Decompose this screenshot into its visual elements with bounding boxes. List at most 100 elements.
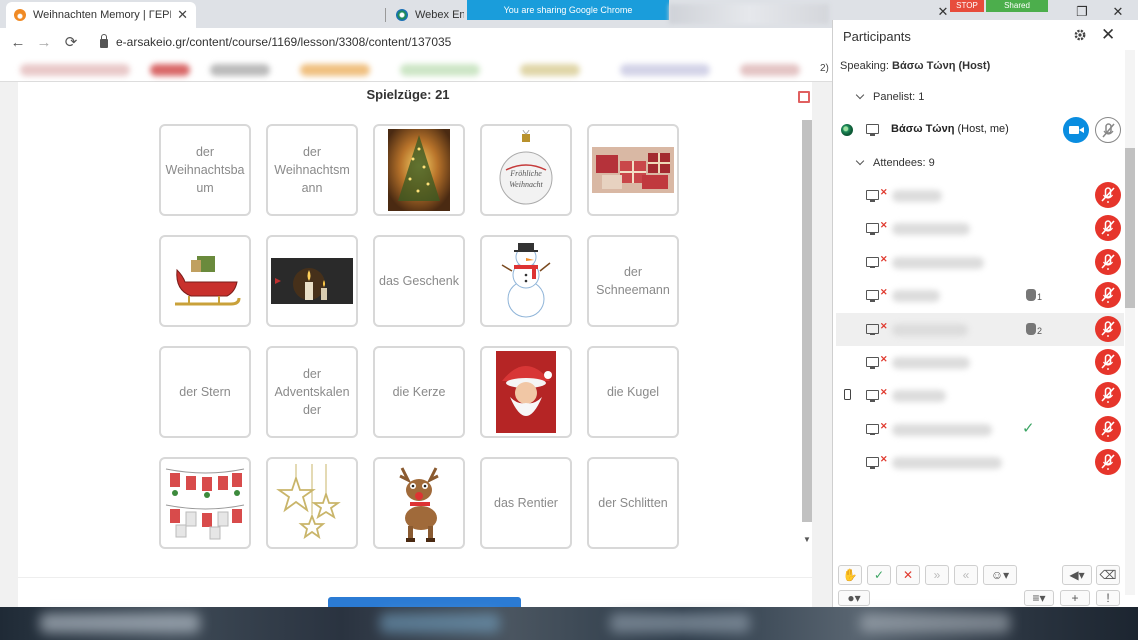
reload-icon[interactable]: ⟳ — [61, 33, 81, 53]
memory-card[interactable] — [373, 457, 465, 549]
memory-card[interactable]: der Weihnachtsm ann — [266, 124, 358, 216]
mic-muted-icon[interactable] — [1095, 415, 1121, 442]
mic-muted-icon[interactable] — [1095, 117, 1121, 143]
desktop-icon — [866, 423, 879, 436]
action-button[interactable] — [328, 597, 521, 607]
memory-card[interactable]: das Geschenk — [373, 235, 465, 327]
attendee-row[interactable]: ✕ 2 — [836, 312, 1124, 346]
attendee-row[interactable]: ✕ — [836, 446, 1124, 479]
tab-weihnachten-memory[interactable]: Weihnachten Memory | ΓΕΡΜΑΝΙΚΑ ✕ — [6, 2, 196, 28]
desktop-icon — [866, 223, 879, 235]
attendee-row[interactable]: ✕ — [836, 212, 1124, 245]
blurred-region — [669, 4, 829, 24]
panel-action-bar-secondary: ●▾ ≡▾ + ! — [838, 590, 1128, 607]
window-close-icon[interactable]: ✕ — [1108, 2, 1128, 22]
attendee-name-redacted — [892, 223, 970, 236]
gear-icon[interactable] — [1073, 28, 1087, 42]
desktop-icon — [866, 290, 879, 302]
status-menu-icon[interactable]: ●▾ — [838, 590, 870, 606]
eraser-icon[interactable]: ⌫ — [1096, 565, 1120, 585]
lock-icon — [100, 33, 108, 48]
attendee-row[interactable]: ✕ — [836, 246, 1124, 279]
no-video-icon: ✕ — [880, 354, 888, 364]
memory-card[interactable]: der Weihnachtsba um — [159, 124, 251, 216]
mic-muted-icon[interactable] — [1095, 349, 1121, 375]
speaking-indicator: Speaking: Βάσω Τώνη (Host) — [840, 60, 990, 72]
memory-card[interactable] — [480, 346, 572, 438]
mic-muted-icon[interactable] — [1095, 382, 1121, 409]
memory-card[interactable] — [266, 235, 358, 327]
memory-card[interactable] — [159, 457, 251, 549]
memory-card[interactable]: die Kugel — [587, 346, 679, 438]
attendee-row[interactable]: ✕ — [836, 379, 1124, 412]
close-icon[interactable]: ✕ — [1101, 25, 1115, 45]
checkmark-icon[interactable]: ✓ — [867, 565, 891, 585]
panelist-count: Panelist: 1 — [873, 91, 925, 103]
mic-muted-icon[interactable] — [1095, 315, 1121, 342]
attendee-row[interactable]: ✕ 1 — [836, 279, 1124, 312]
alert-icon[interactable]: ! — [1096, 590, 1120, 606]
memory-game-page: Spielzüge: 21 der Weihnachtsba um der Wei… — [18, 82, 812, 582]
page-scrollbar-thumb[interactable] — [802, 120, 812, 522]
forward-arrow-icon[interactable]: → — [34, 33, 54, 53]
attendees-section-toggle[interactable]: Attendees: 9 — [855, 156, 935, 169]
memory-card[interactable]: Fröhliche Weihnacht — [480, 124, 572, 216]
memory-card[interactable]: der Schlitten — [587, 457, 679, 549]
emoji-icon[interactable]: ☺▾ — [983, 565, 1017, 585]
memory-card[interactable]: der Stern — [159, 346, 251, 438]
attendee-row[interactable]: ✕ — [836, 346, 1124, 379]
webex-favicon-icon — [396, 9, 408, 21]
sleigh-icon — [169, 246, 241, 316]
mic-muted-icon[interactable] — [1095, 282, 1121, 309]
attendee-row[interactable]: ✕ ✓ — [836, 413, 1124, 446]
desktop-icon — [866, 124, 879, 136]
raise-hand-icon[interactable]: ✋ — [838, 565, 862, 585]
speed-up-icon[interactable]: » — [925, 565, 949, 585]
mic-muted-icon[interactable] — [1095, 182, 1121, 208]
mic-muted-icon[interactable] — [1095, 215, 1121, 242]
memory-card[interactable]: die Kerze — [373, 346, 465, 438]
tab-close-icon[interactable]: ✕ — [177, 7, 188, 23]
host-row[interactable]: Βάσω Τώνη (Host, me) — [833, 116, 1123, 144]
card-word: das Rentier — [494, 496, 558, 510]
panel-title: Participants — [843, 29, 911, 44]
address-bar[interactable]: e-arsakeio.gr/content/course/1169/lesson… — [100, 33, 451, 49]
mic-muted-icon[interactable] — [1095, 449, 1121, 476]
desktop-icon — [866, 357, 879, 369]
memory-card[interactable] — [587, 124, 679, 216]
chevron-down-icon — [855, 156, 865, 166]
santa-claus-photo-icon — [496, 351, 556, 433]
list-view-icon[interactable]: ≡▾ — [1024, 590, 1054, 606]
panelist-section-toggle[interactable]: Panelist: 1 — [855, 90, 925, 103]
desktop-icon — [866, 256, 879, 269]
scroll-down-icon[interactable]: ▼ — [802, 535, 812, 545]
tab-webex[interactable]: Webex Enterprise — [390, 2, 470, 28]
no-video-icon: ✕ — [880, 387, 888, 398]
mic-muted-icon[interactable] — [1095, 248, 1121, 275]
x-mark-icon[interactable]: ✕ — [896, 565, 920, 585]
maximize-icon[interactable]: ❐ — [1072, 2, 1092, 22]
video-camera-icon[interactable] — [1063, 117, 1089, 143]
memory-card[interactable] — [266, 457, 358, 549]
megaphone-icon[interactable]: ◀▾ — [1062, 565, 1092, 585]
gifts-photo-icon — [592, 147, 674, 193]
memory-card[interactable] — [373, 124, 465, 216]
memory-card[interactable]: der Schneemann — [587, 235, 679, 327]
card-word: der Schneemann — [596, 265, 670, 297]
no-video-icon: ✕ — [880, 320, 888, 331]
memory-card[interactable] — [159, 235, 251, 327]
panel-scrollbar-thumb[interactable] — [1125, 148, 1135, 308]
moves-counter: Spielzüge: 21 — [366, 87, 450, 102]
advent-calendar-icon — [164, 463, 246, 543]
stop-sharing-button[interactable]: STOP — [950, 0, 984, 12]
back-arrow-icon[interactable]: ← — [8, 33, 28, 53]
site-favicon-icon — [14, 9, 26, 21]
desktop-icon — [866, 323, 879, 336]
attendee-row[interactable]: ✕ — [836, 179, 1124, 212]
memory-card[interactable]: der Adventskalen der — [266, 346, 358, 438]
memory-card[interactable]: das Rentier — [480, 457, 572, 549]
panel-scrollbar-track[interactable] — [1125, 50, 1135, 595]
memory-card[interactable] — [480, 235, 572, 327]
slow-down-icon[interactable]: « — [954, 565, 978, 585]
add-user-icon[interactable]: + — [1060, 590, 1090, 606]
